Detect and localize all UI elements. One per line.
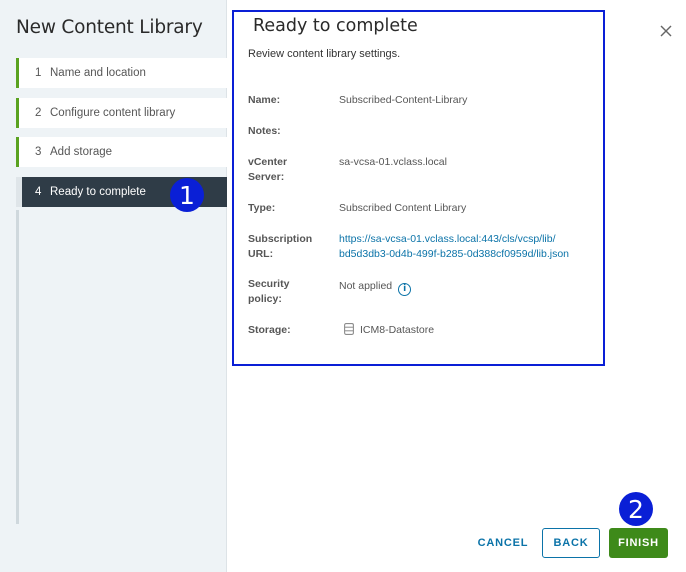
page-title: Ready to complete <box>253 16 418 36</box>
wizard-title: New Content Library <box>16 17 203 38</box>
notes-label: Notes: <box>248 125 281 137</box>
vcenter-value: sa-vcsa-01.vclass.local <box>339 156 447 168</box>
step-number: 4 <box>35 185 42 198</box>
security-policy-label: Security policy: <box>248 277 328 307</box>
subscription-url-label-line1: Subscription <box>248 233 313 245</box>
subscription-url-label: Subscription URL: <box>248 232 328 262</box>
step-number: 1 <box>35 67 42 79</box>
type-value: Subscribed Content Library <box>339 202 467 214</box>
name-value: Subscribed-Content-Library <box>339 94 468 106</box>
vcenter-label-line2: Server: <box>248 171 285 183</box>
vcenter-label-line1: vCenter <box>248 156 288 168</box>
step-number: 2 <box>35 106 42 119</box>
annotation-badge-2: 2 <box>619 492 653 526</box>
datastore-icon <box>344 323 354 335</box>
step-label: Name and location <box>50 67 146 79</box>
step-number: 3 <box>35 146 42 158</box>
close-icon[interactable] <box>659 24 673 38</box>
step-label: Add storage <box>50 146 113 158</box>
subscription-url-line1[interactable]: https://sa-vcsa-01.vclass.local:443/cls/… <box>339 232 569 247</box>
storage-label: Storage: <box>248 324 291 336</box>
storage-value: ICM8-Datastore <box>339 323 434 338</box>
step-name-and-location[interactable]: 1 Name and location <box>16 58 227 88</box>
type-label: Type: <box>248 202 276 214</box>
annotation-badge-1: 1 <box>170 178 204 212</box>
subscription-url-value[interactable]: https://sa-vcsa-01.vclass.local:443/cls/… <box>339 232 569 262</box>
page-subtitle: Review content library settings. <box>248 48 401 60</box>
sidebar-rail <box>16 210 19 524</box>
step-label: Ready to complete <box>50 185 146 198</box>
wizard-sidebar: New Content Library 1 Name and location … <box>0 0 227 572</box>
subscription-url-label-line2: URL: <box>248 248 274 260</box>
finish-button[interactable]: FINISH <box>609 528 668 558</box>
name-label: Name: <box>248 94 281 106</box>
step-label: Configure content library <box>50 106 176 119</box>
security-policy-label-line1: Security <box>248 278 290 290</box>
security-policy-label-line2: policy: <box>248 293 282 305</box>
annotation-highlight-box <box>232 10 605 366</box>
subscription-url-line2[interactable]: bd5d3db3-0d4b-499f-b285-0d388cf0959d/lib… <box>339 247 569 262</box>
step-configure-content-library[interactable]: 2 Configure content library <box>16 97 227 128</box>
cancel-button[interactable]: CANCEL <box>472 528 534 558</box>
storage-text: ICM8-Datastore <box>360 324 435 336</box>
back-button[interactable]: BACK <box>542 528 600 558</box>
info-icon[interactable]: i <box>398 283 412 296</box>
security-policy-text: Not applied <box>339 280 393 292</box>
vcenter-label: vCenter Server: <box>248 155 328 185</box>
step-add-storage[interactable]: 3 Add storage <box>16 137 227 167</box>
security-policy-value: Not applied i <box>339 279 412 296</box>
